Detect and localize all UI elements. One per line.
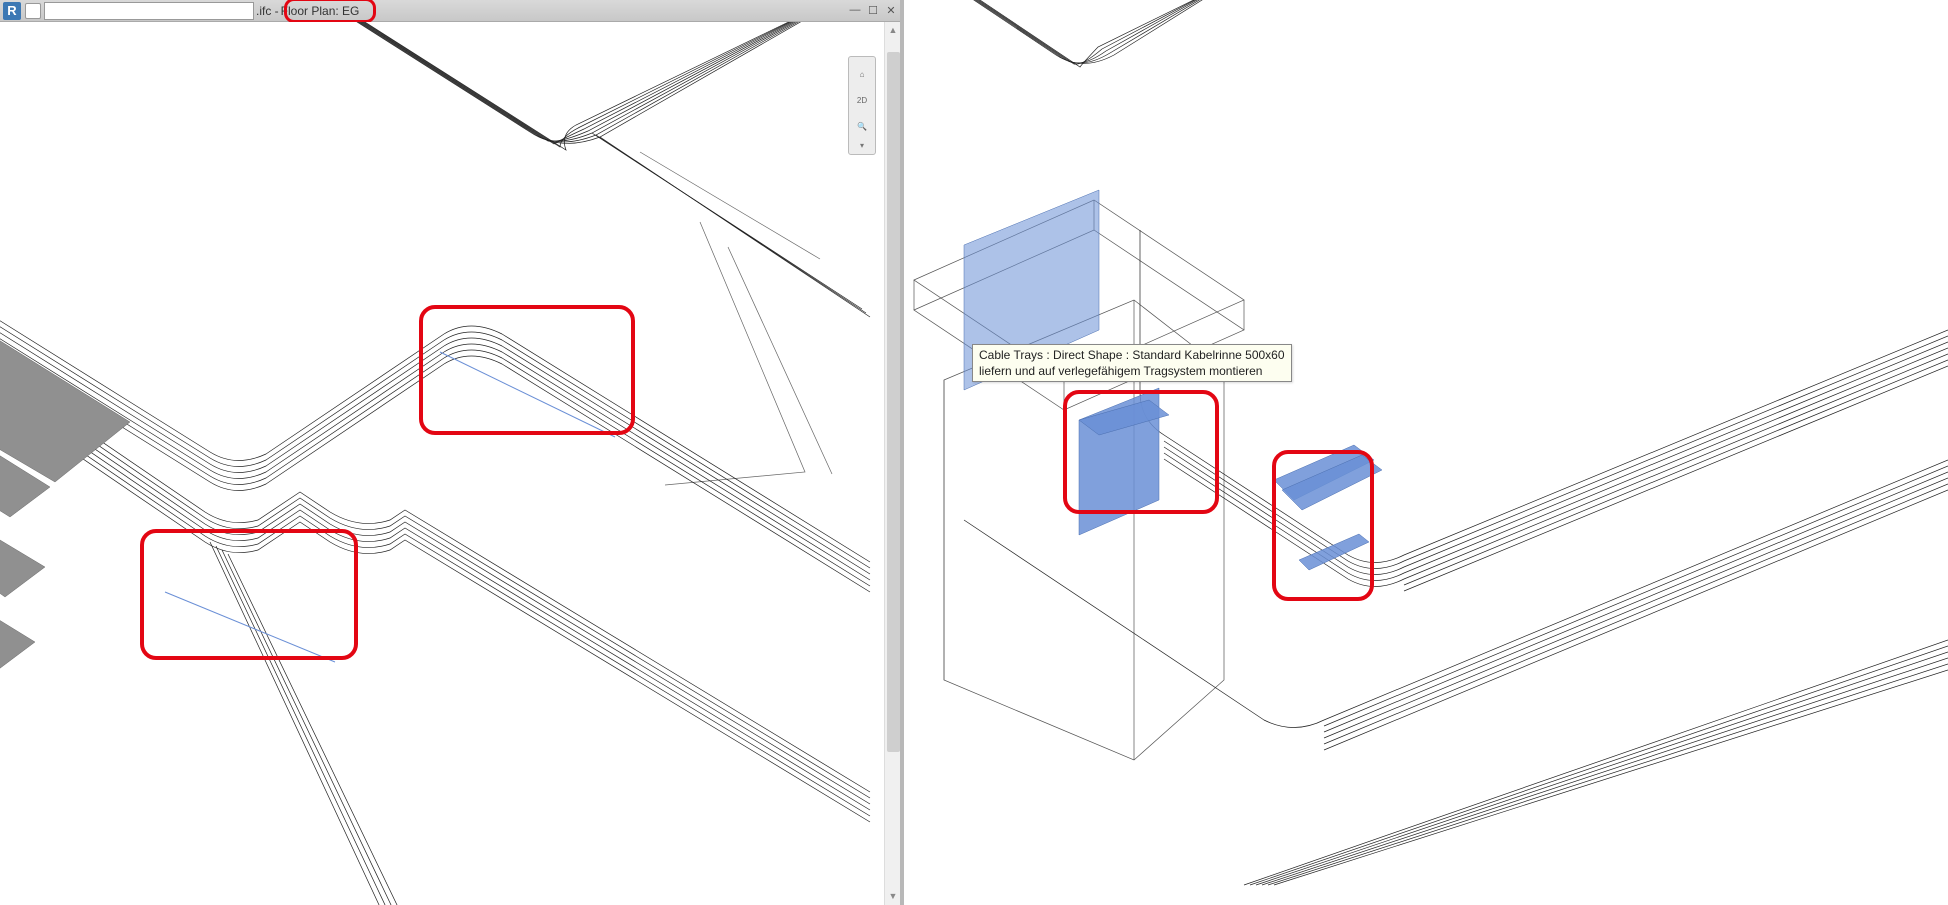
nav-home-icon[interactable]: ⌂: [851, 63, 873, 85]
tooltip-line2: liefern und auf verlegefähigem Tragsyste…: [979, 363, 1285, 379]
nav-2d-icon[interactable]: 2D: [851, 89, 873, 111]
tooltip-line1: Cable Trays : Direct Shape : Standard Ka…: [979, 347, 1285, 363]
scroll-thumb[interactable]: [887, 52, 900, 752]
revit-app-icon[interactable]: R: [3, 2, 21, 20]
document-icon: [25, 3, 41, 19]
file-extension-label: .ifc -: [256, 4, 279, 18]
minimize-button[interactable]: —: [847, 2, 863, 18]
floorplan-viewport[interactable]: ⌂ 2D 🔍 ▾: [0, 22, 900, 905]
view-name-label: Floor Plan: EG: [281, 4, 360, 18]
window-controls: — ☐ ✕: [846, 0, 900, 22]
floorplan-svg: [0, 22, 884, 905]
view-nav-panel: ⌂ 2D 🔍 ▾: [848, 56, 876, 155]
close-button[interactable]: ✕: [883, 2, 899, 18]
element-tooltip: Cable Trays : Direct Shape : Standard Ka…: [972, 344, 1292, 382]
3d-viewport[interactable]: Cable Trays : Direct Shape : Standard Ka…: [904, 0, 1948, 905]
scroll-down-arrow-icon[interactable]: ▼: [885, 888, 901, 905]
nav-zoom-icon[interactable]: 🔍: [851, 115, 873, 137]
nav-expand-chevron-icon[interactable]: ▾: [860, 141, 864, 150]
filename-input[interactable]: [44, 2, 254, 20]
vertical-scrollbar[interactable]: ▲ ▼: [884, 22, 901, 905]
title-bar: R .ifc - Floor Plan: EG — ☐ ✕: [0, 0, 900, 22]
maximize-button[interactable]: ☐: [865, 2, 881, 18]
3d-svg: [904, 0, 1948, 905]
scroll-up-arrow-icon[interactable]: ▲: [885, 22, 901, 39]
